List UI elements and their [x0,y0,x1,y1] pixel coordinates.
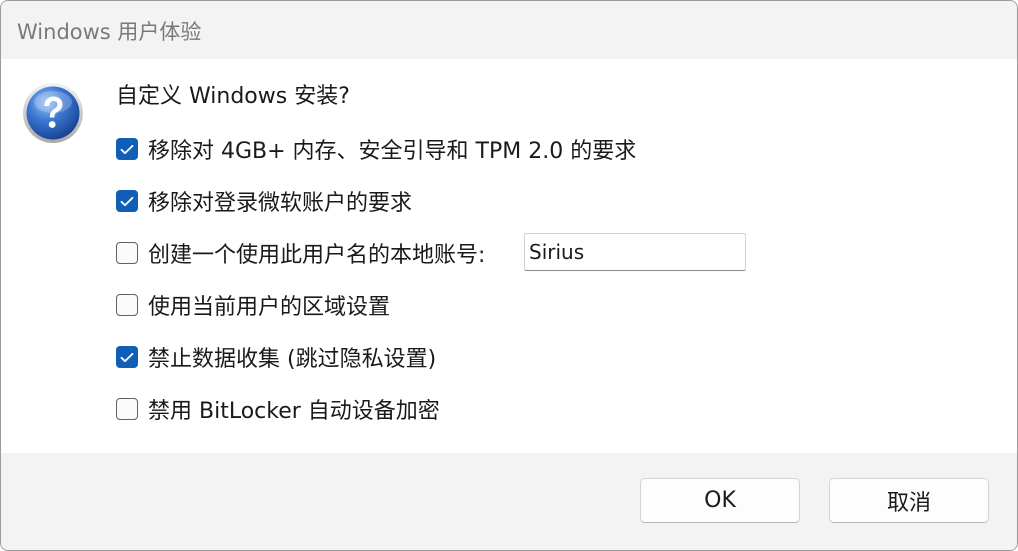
option-label: 使用当前用户的区域设置 [148,295,391,320]
dialog-question: 自定义 Windows 安装? [116,84,350,109]
checkmark-icon [120,144,134,154]
cancel-button[interactable]: 取消 [829,478,989,523]
option-disable-data-collection[interactable]: 禁止数据收集 (跳过隐私设置) [116,343,437,372]
option-remove-microsoft-account[interactable]: 移除对登录微软账户的要求 [116,187,413,216]
username-input[interactable] [524,233,746,271]
title-bar[interactable]: Windows 用户体验 [1,1,1017,59]
option-disable-bitlocker[interactable]: 禁用 BitLocker 自动设备加密 [116,395,440,424]
checkbox-unchecked[interactable] [116,398,138,420]
checkbox-checked[interactable] [116,190,138,212]
ok-button[interactable]: OK [640,478,800,523]
checkmark-icon [120,352,134,362]
option-remove-hardware-requirements[interactable]: 移除对 4GB+ 内存、安全引导和 TPM 2.0 的要求 [116,135,637,164]
checkbox-checked[interactable] [116,138,138,160]
option-use-regional-settings[interactable]: 使用当前用户的区域设置 [116,291,391,320]
option-label: 移除对 4GB+ 内存、安全引导和 TPM 2.0 的要求 [148,139,637,164]
option-label: 禁用 BitLocker 自动设备加密 [148,399,440,424]
option-create-local-account[interactable]: 创建一个使用此用户名的本地账号: [116,239,486,268]
window-title: Windows 用户体验 [17,20,202,44]
option-label: 禁止数据收集 (跳过隐私设置) [148,347,437,372]
checkbox-unchecked[interactable] [116,294,138,316]
checkbox-unchecked[interactable] [116,242,138,264]
option-label: 创建一个使用此用户名的本地账号: [148,243,486,268]
option-label: 移除对登录微软账户的要求 [148,191,413,216]
checkmark-icon [120,196,134,206]
checkbox-checked[interactable] [116,346,138,368]
question-mark-icon [23,83,83,143]
